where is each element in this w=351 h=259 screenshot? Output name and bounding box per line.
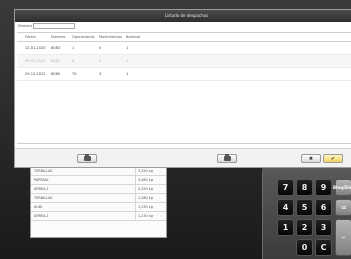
screen: TERNILLAS 3,320 kg PAPERAL 5,080 kg ARREA.… bbox=[0, 0, 351, 259]
key-0[interactable]: 0 bbox=[296, 239, 313, 256]
key-8[interactable]: 8 bbox=[296, 179, 313, 196]
enter-key[interactable]: ↵ bbox=[335, 219, 351, 256]
checkmark-icon: ✔ bbox=[330, 155, 336, 162]
cell-movimientos: 5 bbox=[99, 59, 102, 63]
dispatch-table: Fecha Número Operaciones Movimientos Bal… bbox=[17, 32, 351, 144]
list-item-weight: 3,320 kg bbox=[135, 167, 166, 175]
close-icon: ✖ bbox=[308, 155, 314, 162]
numeric-keypad: 7 8 9 4 5 6 1 2 3 0 C Bloq/Elim ⌫ ↵ bbox=[262, 162, 351, 259]
cell-balanza: 1 bbox=[126, 72, 129, 76]
key-7[interactable]: 7 bbox=[277, 179, 294, 196]
cell-movimientos: 5 bbox=[99, 46, 102, 50]
filter-row: Número bbox=[15, 22, 351, 30]
dispatch-list-dialog: Listado de despachos Número Fecha Número… bbox=[14, 9, 351, 168]
key-2[interactable]: 2 bbox=[296, 219, 313, 236]
cell-numero: 8081 bbox=[51, 59, 61, 63]
filter-label: Número bbox=[18, 24, 32, 28]
list-item[interactable]: PAPERAL 5,080 kg bbox=[31, 176, 166, 185]
key-5[interactable]: 5 bbox=[296, 199, 313, 216]
printer-icon bbox=[83, 154, 91, 161]
list-item-name: ARREA.1 bbox=[34, 214, 49, 218]
table-row[interactable]: 29.12.2022 8080 70 3 1 bbox=[17, 68, 351, 81]
list-item-weight: 0,250 kg bbox=[135, 185, 166, 193]
column-header-operaciones[interactable]: Operaciones bbox=[68, 35, 95, 39]
close-button[interactable]: ✖ bbox=[301, 154, 321, 163]
key-4[interactable]: 4 bbox=[277, 199, 294, 216]
backspace-key[interactable]: ⌫ bbox=[335, 199, 351, 216]
cell-fecha: 29.12.2022 bbox=[25, 72, 46, 76]
cell-numero: 8080 bbox=[51, 72, 61, 76]
list-item-weight: 1,230 kg bbox=[135, 212, 166, 220]
accept-button[interactable]: ✔ bbox=[323, 154, 343, 163]
list-item[interactable]: AUDI 1,230 kg bbox=[31, 203, 166, 212]
list-item[interactable]: ARREA.1 1,230 kg bbox=[31, 212, 166, 221]
key-9[interactable]: 9 bbox=[315, 179, 332, 196]
column-header-movimientos[interactable]: Movimientos bbox=[93, 35, 122, 39]
column-header-numero[interactable]: Número bbox=[51, 35, 68, 39]
table-row[interactable]: 09.01.2023 8081 6 5 1 bbox=[17, 55, 351, 68]
cell-fecha: 09.01.2023 bbox=[25, 59, 46, 63]
cell-fecha: 12.01.2020 bbox=[25, 46, 46, 50]
list-item[interactable]: TERNILLAS 3,320 kg bbox=[31, 167, 166, 176]
cell-operaciones: 1 bbox=[72, 46, 75, 50]
key-3[interactable]: 3 bbox=[315, 219, 332, 236]
list-item-name: TERNILLAS bbox=[34, 196, 53, 200]
key-6[interactable]: 6 bbox=[315, 199, 332, 216]
weights-list: TERNILLAS 3,320 kg PAPERAL 5,080 kg ARREA.… bbox=[30, 166, 167, 238]
cell-operaciones: 6 bbox=[72, 59, 75, 63]
column-header-fecha[interactable]: Fecha bbox=[17, 35, 51, 39]
cell-movimientos: 3 bbox=[99, 72, 102, 76]
list-item-weight: 1,280 kg bbox=[135, 194, 166, 202]
list-item-weight: 1,230 kg bbox=[135, 203, 166, 211]
backspace-icon: ⌫ bbox=[340, 205, 347, 210]
dialog-footer: ✖ ✔ bbox=[15, 148, 351, 167]
cell-numero: 8083 bbox=[51, 46, 61, 50]
list-item-name: AUDI bbox=[34, 205, 43, 209]
bloq-elim-key[interactable]: Bloq/Elim bbox=[333, 179, 351, 196]
cell-balanza: 1 bbox=[126, 59, 129, 63]
number-filter-input[interactable] bbox=[32, 23, 75, 29]
list-item[interactable]: TERNILLAS 1,280 kg bbox=[31, 194, 166, 203]
printer-icon bbox=[223, 154, 231, 161]
list-item-name: TERNILLAS bbox=[34, 169, 53, 173]
key-clear[interactable]: C bbox=[315, 239, 332, 256]
print-alt-button[interactable] bbox=[217, 154, 237, 163]
list-item-name: PAPERAL bbox=[34, 178, 49, 182]
enter-icon: ↵ bbox=[341, 235, 346, 240]
print-button[interactable] bbox=[77, 154, 97, 163]
list-item-weight: 5,080 kg bbox=[135, 176, 166, 184]
list-item[interactable]: ARREA.1 0,250 kg bbox=[31, 185, 166, 194]
dialog-title: Listado de despachos bbox=[15, 10, 351, 22]
table-header: Fecha Número Operaciones Movimientos Bal… bbox=[17, 33, 351, 42]
list-item-name: ARREA.1 bbox=[34, 187, 49, 191]
cell-operaciones: 70 bbox=[72, 72, 77, 76]
column-header-balanza[interactable]: Balanza bbox=[120, 35, 140, 39]
cell-balanza: 1 bbox=[126, 46, 129, 50]
table-row[interactable]: 12.01.2020 8083 1 5 1 bbox=[17, 42, 351, 55]
key-1[interactable]: 1 bbox=[277, 219, 294, 236]
